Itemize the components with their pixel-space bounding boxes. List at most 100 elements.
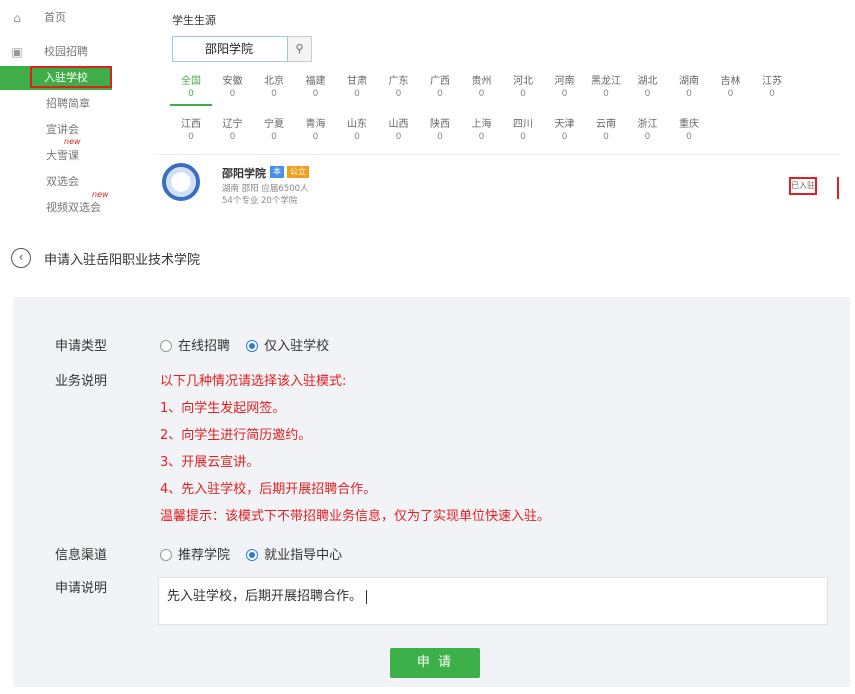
- province-name: 湖北: [637, 76, 658, 87]
- sidebar-item-label: 双选会: [46, 175, 79, 188]
- province-name: 宁夏: [264, 119, 284, 130]
- province-tab[interactable]: 青海 0: [298, 118, 334, 144]
- province-tab[interactable]: 北京 0: [256, 75, 292, 101]
- province-count: 0: [603, 132, 609, 142]
- province-tab[interactable]: 福建 0: [298, 75, 334, 101]
- province-tab[interactable]: 天津 0: [547, 118, 583, 144]
- province-tab[interactable]: 上海 0: [464, 118, 500, 144]
- search-input[interactable]: 邵阳学院: [172, 36, 288, 62]
- province-tab[interactable]: 云南 0: [588, 118, 624, 144]
- province-name: 陕西: [430, 119, 450, 130]
- sidebar-item-label: 首页: [44, 11, 66, 24]
- radio-icon: [160, 548, 172, 561]
- province-count: 0: [603, 89, 609, 99]
- page: ⌂ 首页 ▣ 校园招聘 入驻学校 招聘简章 宣讲会 大雪课 new 双选会 视频…: [0, 0, 855, 694]
- joined-status-button[interactable]: 已入驻: [789, 177, 817, 195]
- province-tab[interactable]: 重庆 0: [671, 118, 707, 144]
- radio-recommended-college[interactable]: 推荐学院: [160, 548, 230, 563]
- radio-join-only[interactable]: 仅入驻学校: [246, 339, 329, 354]
- province-tab[interactable]: 安徽 0: [215, 75, 251, 101]
- new-badge: new: [64, 137, 81, 146]
- province-name: 山东: [347, 119, 367, 130]
- text-caret: [366, 589, 368, 604]
- province-tab[interactable]: 宁夏 0: [256, 118, 292, 144]
- description-label: 业务说明: [55, 374, 108, 389]
- province-name: 贵州: [471, 76, 492, 87]
- province-count: 0: [478, 89, 485, 99]
- radio-label: 就业指导中心: [264, 548, 343, 563]
- province-count: 0: [312, 89, 319, 99]
- province-name: 吉林: [720, 76, 741, 87]
- province-tab[interactable]: 黑龙江 0: [588, 75, 624, 101]
- sidebar-item-home[interactable]: ⌂ 首页: [0, 6, 122, 30]
- province-count: 0: [271, 132, 277, 142]
- highlight-box: [30, 66, 112, 88]
- application-form: [13, 297, 850, 687]
- province-name: 青海: [305, 119, 326, 130]
- province-count: 0: [644, 132, 651, 142]
- province-count: 0: [312, 132, 319, 142]
- highlight-edge: [837, 177, 839, 199]
- sidebar-item-label: 校园招聘: [44, 45, 88, 58]
- sidebar-item-brochure[interactable]: 招聘简章: [0, 92, 122, 116]
- school-name[interactable]: 邵阳学院: [222, 165, 266, 181]
- search-icon[interactable]: ⚲: [288, 36, 312, 62]
- note-textarea[interactable]: 先入驻学校，后期开展招聘合作。: [158, 577, 828, 625]
- apply-button[interactable]: 申 请: [390, 648, 480, 678]
- province-tab[interactable]: 甘肃 0: [339, 75, 375, 101]
- province-tab[interactable]: 吉林 0: [713, 75, 749, 101]
- province-name: 河北: [513, 76, 533, 87]
- province-tab[interactable]: 江苏 0: [754, 75, 790, 101]
- school-logo: [162, 163, 200, 201]
- note-value: 先入驻学校，后期开展招聘合作。: [167, 589, 363, 604]
- province-count: 0: [395, 132, 402, 142]
- province-tab[interactable]: 湖北 0: [630, 75, 666, 101]
- radio-online-recruit[interactable]: 在线招聘: [160, 339, 230, 354]
- description-line: 以下几种情况请选择该入驻模式:: [160, 374, 347, 389]
- province-tab[interactable]: 河北 0: [505, 75, 541, 101]
- province-tab[interactable]: 广西 0: [422, 75, 458, 101]
- province-count: 0: [271, 89, 277, 99]
- section-title: 学生生源: [172, 14, 216, 27]
- chevron-left-icon[interactable]: ‹: [11, 248, 31, 268]
- province-name: 北京: [264, 76, 284, 87]
- page-title: 申请入驻岳阳职业技术学院: [44, 253, 201, 268]
- province-count: 0: [478, 132, 485, 142]
- radio-icon: [160, 339, 172, 352]
- description-line: 1、向学生发起网签。: [160, 401, 286, 416]
- province-tab[interactable]: 山西 0: [381, 118, 417, 144]
- school-location: 湖南 邵阳 应届6500人: [222, 184, 309, 194]
- province-tab[interactable]: 贵州 0: [464, 75, 500, 101]
- province-tab[interactable]: 浙江 0: [630, 118, 666, 144]
- sidebar-item-campus-recruit[interactable]: ▣ 校园招聘: [0, 40, 122, 64]
- province-name: 广东: [388, 76, 409, 87]
- province-name: 河南: [554, 76, 575, 87]
- province-name: 湖南: [679, 76, 699, 87]
- province-tab[interactable]: 全国 0: [173, 75, 209, 101]
- school-type-badge: 公立: [287, 166, 309, 178]
- province-name: 甘肃: [347, 76, 367, 87]
- province-tab[interactable]: 陕西 0: [422, 118, 458, 144]
- radio-checked-icon: [246, 548, 259, 561]
- description-line: 2、向学生进行简历邀约。: [160, 428, 312, 443]
- school-list-panel: ⌂ 首页 ▣ 校园招聘 入驻学校 招聘简章 宣讲会 大雪课 new 双选会 视频…: [0, 0, 840, 218]
- province-tab[interactable]: 辽宁 0: [215, 118, 251, 144]
- province-tab[interactable]: 河南 0: [547, 75, 583, 101]
- province-name: 全国: [181, 76, 201, 87]
- province-name: 云南: [596, 119, 616, 130]
- sidebar-item-video-job-fair[interactable]: 视频双选会: [0, 196, 122, 218]
- province-tab[interactable]: 广东 0: [381, 75, 417, 101]
- radio-career-center[interactable]: 就业指导中心: [246, 548, 342, 563]
- province-name: 浙江: [637, 119, 658, 130]
- province-name: 广西: [430, 76, 450, 87]
- province-tab[interactable]: 山东 0: [339, 118, 375, 144]
- radio-checked-icon: [246, 339, 259, 352]
- sidebar-item-lecture[interactable]: 大雪课: [0, 144, 122, 168]
- sidebar: ⌂ 首页 ▣ 校园招聘 入驻学校 招聘简章 宣讲会 大雪课 new 双选会 视频…: [0, 0, 122, 218]
- province-tab[interactable]: 湖南 0: [671, 75, 707, 101]
- province-name: 安徽: [222, 76, 243, 87]
- province-tab[interactable]: 江西 0: [173, 118, 209, 144]
- sidebar-item-seminar[interactable]: 宣讲会: [0, 118, 122, 142]
- province-tab[interactable]: 四川 0: [505, 118, 541, 144]
- province-count: 0: [520, 132, 526, 142]
